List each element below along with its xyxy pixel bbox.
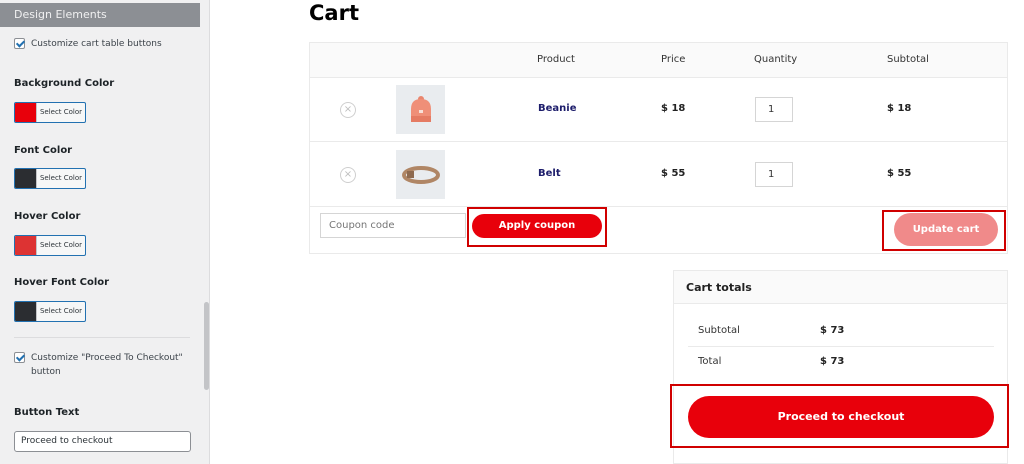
hover-color-label: Hover Color <box>14 211 81 222</box>
remove-item-icon[interactable]: × <box>340 167 356 183</box>
customize-cart-buttons-option[interactable]: Customize cart table buttons <box>14 37 162 51</box>
panel-scrollbar[interactable] <box>204 302 209 390</box>
hover-color-picker[interactable]: Select Color <box>14 235 86 256</box>
table-row: × Beanie $ 18 1 $ 18 <box>310 78 1007 142</box>
background-color-picker[interactable]: Select Color <box>14 102 86 123</box>
totals-total-label: Total <box>698 356 722 367</box>
totals-subtotal-value: $ 73 <box>820 325 845 336</box>
product-name-link[interactable]: Belt <box>538 168 561 179</box>
column-header-product: Product <box>537 54 575 65</box>
hover-color-swatch <box>15 236 37 255</box>
hover-font-color-picker-text: Select Color <box>39 307 83 315</box>
page-title: Cart <box>309 1 359 25</box>
cart-table: Product Price Quantity Subtotal × Beanie… <box>309 42 1008 254</box>
customize-checkout-option[interactable]: Customize "Proceed To Checkout" button <box>14 351 183 379</box>
remove-item-icon[interactable]: × <box>340 102 356 118</box>
background-color-label: Background Color <box>14 78 115 89</box>
product-price: $ 18 <box>661 103 686 114</box>
table-row: × Belt $ 55 1 $ 55 <box>310 143 1007 207</box>
column-header-subtotal: Subtotal <box>887 54 929 65</box>
product-subtotal: $ 18 <box>887 103 912 114</box>
proceed-to-checkout-button[interactable]: Proceed to checkout <box>688 396 994 438</box>
panel-section-header[interactable]: Design Elements <box>0 3 200 27</box>
apply-coupon-button[interactable]: Apply coupon <box>472 214 602 238</box>
totals-subtotal-label: Subtotal <box>698 325 740 336</box>
totals-total-row: Total $ 73 <box>688 347 994 378</box>
quantity-input[interactable]: 1 <box>755 162 793 187</box>
cart-totals: Cart totals Subtotal $ 73 Total $ 73 Pro… <box>670 270 1009 464</box>
panel-divider <box>14 337 190 338</box>
column-header-quantity: Quantity <box>754 54 798 65</box>
belt-icon[interactable] <box>396 150 445 199</box>
cart-table-header: Product Price Quantity Subtotal <box>310 43 1007 78</box>
customizer-panel: Design Elements Customize cart table but… <box>0 0 210 464</box>
totals-total-value: $ 73 <box>820 356 845 367</box>
button-text-label: Button Text <box>14 407 80 418</box>
background-color-picker-text: Select Color <box>39 108 83 116</box>
product-name-link[interactable]: Beanie <box>538 103 576 114</box>
customize-checkout-checkbox[interactable] <box>14 352 25 363</box>
font-color-picker-text: Select Color <box>39 174 83 182</box>
customize-cart-buttons-label: Customize cart table buttons <box>31 39 162 49</box>
hover-font-color-picker[interactable]: Select Color <box>14 301 86 322</box>
cart-totals-title: Cart totals <box>674 271 1007 304</box>
button-text-input[interactable]: Proceed to checkout <box>14 431 191 452</box>
customize-checkout-label: Customize "Proceed To Checkout" button <box>31 353 183 377</box>
coupon-code-input[interactable]: Coupon code <box>320 213 466 238</box>
quantity-input[interactable]: 1 <box>755 97 793 122</box>
update-cart-button[interactable]: Update cart <box>894 213 998 246</box>
hover-font-color-swatch <box>15 302 37 321</box>
hover-font-color-label: Hover Font Color <box>14 277 110 288</box>
customize-cart-buttons-checkbox[interactable] <box>14 38 25 49</box>
font-color-picker[interactable]: Select Color <box>14 168 86 189</box>
font-color-swatch <box>15 169 37 188</box>
totals-subtotal-row: Subtotal $ 73 <box>688 316 994 347</box>
hover-color-picker-text: Select Color <box>39 241 83 249</box>
background-color-swatch <box>15 103 37 122</box>
product-subtotal: $ 55 <box>887 168 912 179</box>
beanie-icon[interactable] <box>396 85 445 134</box>
font-color-label: Font Color <box>14 145 73 156</box>
product-price: $ 55 <box>661 168 686 179</box>
column-header-price: Price <box>661 54 686 65</box>
